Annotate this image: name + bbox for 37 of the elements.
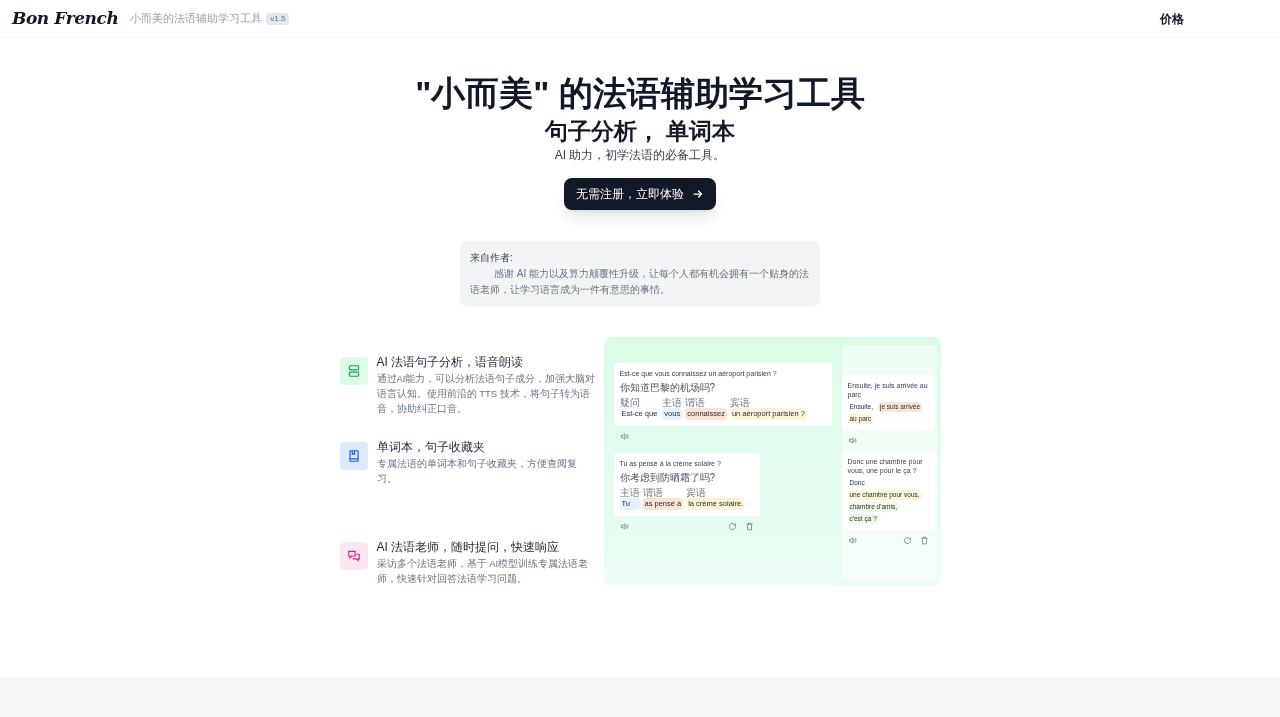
grammar-tag: 宾语: [729, 397, 807, 408]
author-note-text: 感谢 AI 能力以及算力颠覆性升级，让每个人都有机会拥有一个贴身的法语老师，让学习语言成为一件有意思的事情。: [470, 267, 810, 297]
feature-title: AI 法语句子分析，语音朗读: [376, 354, 525, 371]
tagline: 小而美的法语辅助学习工具: [130, 11, 263, 27]
speaker-icon[interactable]: [847, 436, 857, 445]
logo[interactable]: Bon French: [12, 5, 119, 32]
trash-icon[interactable]: [919, 536, 929, 545]
grammar-tag: 疑问: [619, 397, 660, 408]
arrow-right-icon: [692, 188, 704, 200]
grammar-tag: 主语: [662, 397, 683, 408]
author-note-heading: 来自作者:: [470, 251, 514, 265]
feature-title: 单词本，句子收藏夹: [376, 439, 486, 456]
chinese-translation: 你知道巴黎的机场吗?: [619, 381, 717, 394]
hero-title: "小而美" 的法语辅助学习工具: [415, 73, 865, 114]
trash-icon[interactable]: [744, 522, 754, 531]
chinese-translation: 你考虑到防晒霜了吗?: [619, 471, 717, 484]
grammar-tag: 谓语: [685, 397, 727, 408]
hero-subtitle: 句子分析， 单词本: [544, 117, 736, 146]
grammar-tag: 谓语: [642, 487, 684, 498]
feature-description: 通过AI能力，可以分析法语句子成分，加强大脑对语言认知。使用前沿的 TTS 技术，将句子转为语音，协助纠正口音。: [376, 372, 596, 416]
try-now-button[interactable]: 无需注册，立即体验: [564, 178, 716, 210]
feature-description: 专属法语的单词本和句子收藏夹，方便查阅复习。: [376, 457, 578, 486]
grammar-tag: 宾语: [686, 487, 746, 498]
speaker-icon[interactable]: [847, 536, 857, 545]
version-badge: v1.5: [266, 12, 290, 25]
grammar-tag: 主语: [619, 487, 640, 498]
refresh-icon[interactable]: [727, 522, 737, 531]
feature-title: AI 法语老师，随时提问，快速响应: [376, 539, 561, 556]
speaker-icon[interactable]: [619, 522, 629, 531]
book-icon: [346, 449, 361, 463]
refresh-icon[interactable]: [902, 536, 912, 545]
server-icon: [346, 364, 361, 378]
chat-bubbles-icon: [346, 549, 361, 563]
hero-description: AI 助力，初学法语的必备工具。: [554, 147, 726, 164]
speaker-icon[interactable]: [619, 432, 629, 441]
feature-description: 采访多个法语老师，基于 AI模型训练专属法语老师，快速针对回答法语学习问题。: [376, 557, 590, 586]
nav-link[interactable]: 价格: [1160, 9, 1184, 28]
